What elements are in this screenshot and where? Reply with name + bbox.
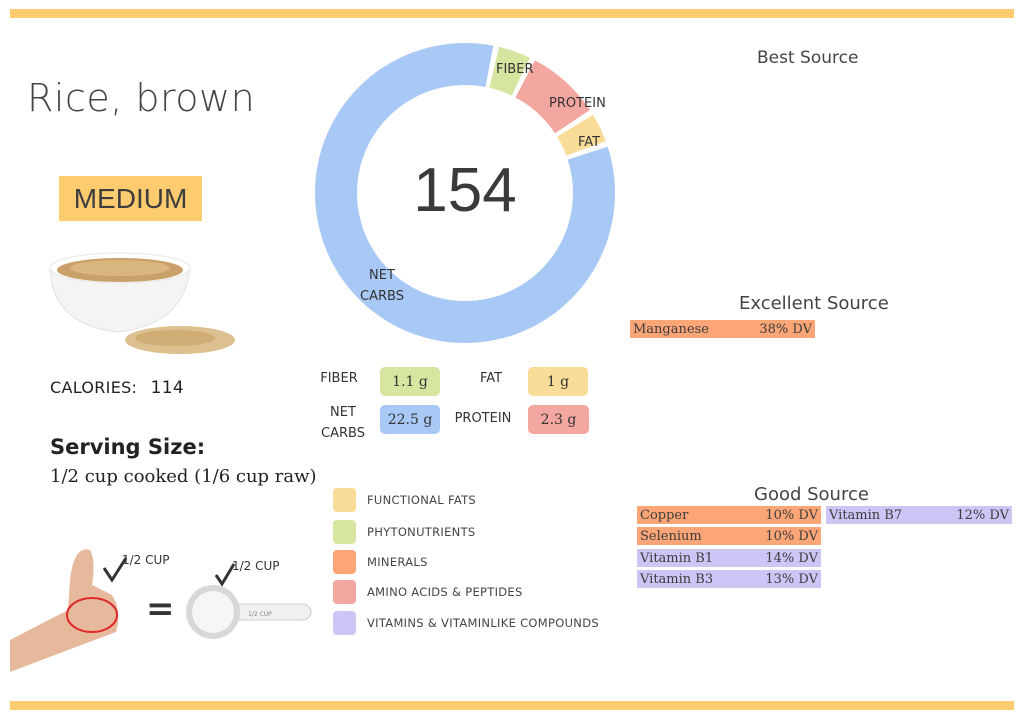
- cup-handle-label: 1/2 CUP: [248, 611, 272, 618]
- nutrient-bar-vitamin-b3: Vitamin B3 13% DV: [637, 570, 821, 588]
- macro-value-fiber: 1.1 g: [380, 367, 440, 396]
- nutrient-name: Vitamin B1: [640, 550, 714, 566]
- nutrient-name: Copper: [640, 507, 689, 523]
- legend-swatch: [333, 611, 356, 635]
- legend-item-amino-acids: AMINO ACIDS & PEPTIDES: [333, 580, 523, 604]
- legend-item-minerals: MINERALS: [333, 550, 428, 574]
- nutrient-bar-manganese: Manganese 38% DV: [630, 320, 815, 338]
- equals-sign: =: [146, 589, 175, 629]
- nutrient-name: Vitamin B7: [829, 507, 903, 523]
- bottom-accent-rule: [10, 701, 1014, 710]
- macro-label-net-carbs: NET CARBS: [312, 402, 374, 444]
- rice-bowl-photo: [49, 252, 235, 354]
- nutrient-name: Manganese: [633, 321, 709, 337]
- nutrient-bar-vitamin-b7: Vitamin B7 12% DV: [826, 506, 1012, 524]
- nutrient-dv: 12% DV: [956, 507, 1009, 523]
- legend-item-vitamins: VITAMINS & VITAMINLIKE COMPOUNDS: [333, 611, 599, 635]
- donut-label-fat: FAT: [578, 135, 601, 150]
- legend-swatch: [333, 520, 356, 544]
- serving-size-label: Serving Size:: [50, 435, 206, 459]
- legend-item-phytonutrients: PHYTONUTRIENTS: [333, 520, 476, 544]
- legend-label: VITAMINS & VITAMINLIKE COMPOUNDS: [367, 616, 599, 630]
- macro-value-protein: 2.3 g: [528, 405, 589, 434]
- legend-swatch: [333, 580, 356, 604]
- cup-portion-label: 1/2 CUP: [232, 559, 280, 573]
- legend-label: PHYTONUTRIENTS: [367, 525, 476, 539]
- macro-value-net-carbs: 22.5 g: [380, 405, 440, 434]
- nutrient-name: Vitamin B3: [640, 571, 714, 587]
- nutrient-dv: 10% DV: [765, 528, 818, 544]
- legend-label: AMINO ACIDS & PEPTIDES: [367, 585, 523, 599]
- calories-value: 114: [150, 378, 184, 398]
- nutrient-dv: 13% DV: [765, 571, 818, 587]
- legend-item-functional-fats: FUNCTIONAL FATS: [333, 488, 476, 512]
- donut-label-protein: PROTEIN: [549, 96, 606, 111]
- legend-swatch: [333, 488, 356, 512]
- donut-label-net-carbs-line1: NET: [369, 268, 395, 283]
- nutrient-bar-selenium: Selenium 10% DV: [637, 527, 821, 545]
- excellent-source-heading: Excellent Source: [739, 293, 889, 314]
- calories-row: CALORIES: 114: [50, 378, 184, 398]
- top-accent-rule: [10, 9, 1014, 18]
- glycemic-badge: MEDIUM: [59, 176, 202, 221]
- macro-label-net-carbs-line2: CARBS: [321, 426, 365, 441]
- serving-size-value: 1/2 cup cooked (1/6 cup raw): [50, 466, 317, 487]
- donut-label-net-carbs: NET CARBS: [360, 265, 404, 307]
- nutrient-dv: 14% DV: [765, 550, 818, 566]
- donut-center-calories: 154: [413, 156, 517, 225]
- macro-label-protein: PROTEIN: [454, 411, 512, 426]
- nutrient-dv: 10% DV: [765, 507, 818, 523]
- macro-value-fat: 1 g: [528, 367, 588, 396]
- legend-swatch: [333, 550, 356, 574]
- best-source-heading: Best Source: [757, 48, 859, 68]
- measuring-cup-icon: 1/2 CUP: [186, 585, 312, 639]
- food-title: Rice, brown: [27, 76, 256, 120]
- calories-label: CALORIES:: [50, 378, 138, 397]
- macro-label-net-carbs-line1: NET: [330, 405, 356, 420]
- nutrient-name: Selenium: [640, 528, 702, 544]
- hand-portion-label: 1/2 CUP: [122, 553, 170, 567]
- donut-label-net-carbs-line2: CARBS: [360, 289, 404, 304]
- legend-label: MINERALS: [367, 555, 428, 569]
- macro-label-fat: FAT: [479, 371, 503, 386]
- portion-illustration: 1/2 CUP = 1/2 CUP 1/2 CUP: [10, 549, 312, 672]
- hand-icon: [10, 549, 119, 672]
- nutrient-dv: 38% DV: [759, 321, 812, 337]
- nutrient-bar-copper: Copper 10% DV: [637, 506, 821, 524]
- macro-label-fiber: FIBER: [320, 371, 358, 386]
- nutrient-bar-vitamin-b1: Vitamin B1 14% DV: [637, 549, 821, 567]
- good-source-heading: Good Source: [754, 484, 869, 505]
- legend-label: FUNCTIONAL FATS: [367, 493, 477, 507]
- donut-label-fiber: FIBER: [496, 62, 534, 77]
